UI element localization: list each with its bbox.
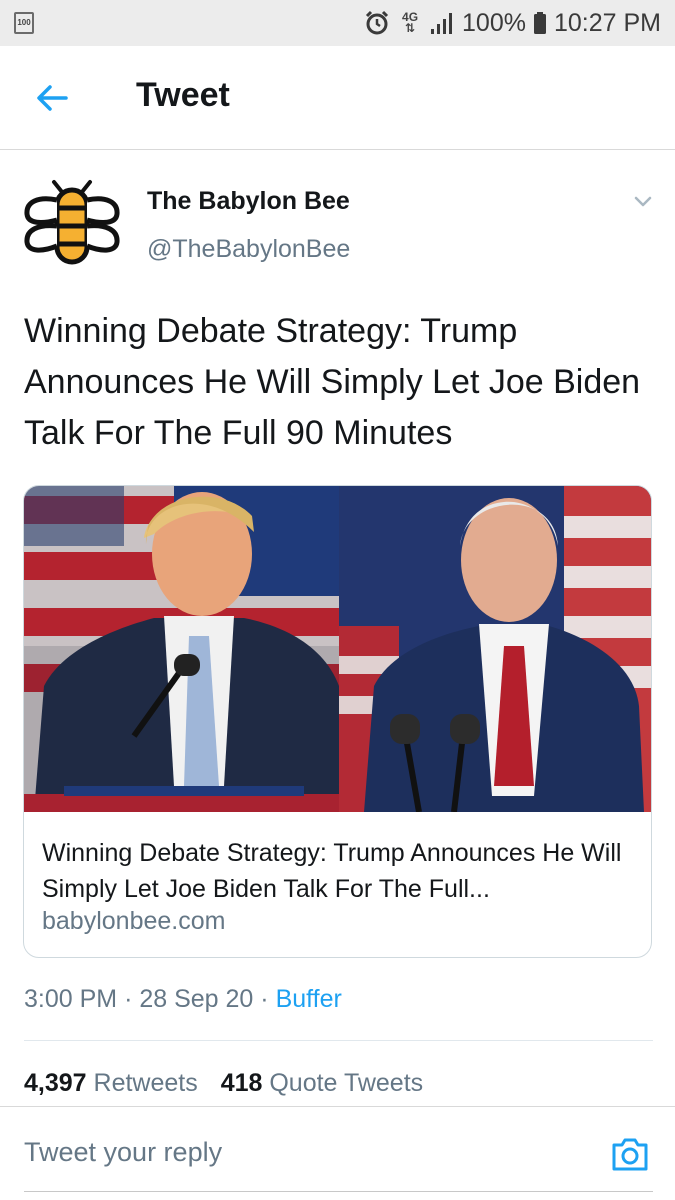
link-preview-card[interactable]: Winning Debate Strategy: Trump Announces… — [23, 485, 652, 958]
reply-underline — [24, 1191, 653, 1192]
card-image — [24, 486, 651, 812]
battery-icon — [533, 12, 546, 34]
retweets-label: Retweets — [93, 1069, 198, 1097]
battery-percent: 100% — [462, 8, 526, 37]
tweet-author: The Babylon Bee @TheBabylonBee — [0, 150, 675, 280]
arrow-left-icon[interactable] — [30, 76, 74, 120]
reply-bar: Tweet your reply — [0, 1106, 675, 1200]
status-bar: 100 4G ⇅ 100% 10:27 PM — [0, 0, 675, 46]
status-icons: 4G ⇅ 100% 10:27 PM — [364, 0, 661, 46]
quote-tweets-label: Quote Tweets — [269, 1069, 424, 1097]
card-title: Winning Debate Strategy: Trump Announces… — [42, 839, 622, 903]
tweet-date: 28 Sep 20 — [139, 985, 254, 1013]
tweet-source-link[interactable]: Buffer — [276, 985, 342, 1013]
page-title: Tweet — [136, 76, 230, 114]
retweets-count: 4,397 — [24, 1069, 87, 1097]
app-header: Tweet — [0, 46, 675, 150]
signal-icon — [431, 13, 453, 34]
chevron-down-icon[interactable] — [630, 190, 656, 212]
tweet-time: 3:00 PM — [24, 985, 118, 1013]
status-time: 10:27 PM — [553, 8, 661, 37]
meta-separator: · — [124, 985, 133, 1013]
notification-badge: 100 — [14, 12, 34, 34]
reply-input[interactable]: Tweet your reply — [24, 1137, 222, 1168]
divider — [24, 1040, 653, 1041]
camera-icon[interactable] — [610, 1135, 650, 1173]
tweet-stats: 4,397 Retweets 418 Quote Tweets — [24, 1069, 423, 1098]
author-display-name[interactable]: The Babylon Bee — [147, 187, 350, 216]
alarm-icon — [365, 10, 389, 35]
babylon-bee-logo-avatar[interactable] — [24, 176, 120, 272]
tweet-text: Winning Debate Strategy: Trump Announces… — [24, 312, 641, 452]
network-type: 4G ⇅ — [402, 10, 419, 35]
quote-tweets-stat[interactable]: 418 Quote Tweets — [221, 1069, 423, 1097]
card-domain: babylonbee.com — [42, 907, 226, 935]
retweets-stat[interactable]: 4,397 Retweets — [24, 1069, 198, 1097]
tweet-meta: 3:00 PM · 28 Sep 20 · Buffer — [24, 985, 342, 1014]
quote-tweets-count: 418 — [220, 1069, 263, 1097]
meta-separator: · — [260, 985, 269, 1013]
author-handle[interactable]: @TheBabylonBee — [147, 235, 350, 264]
